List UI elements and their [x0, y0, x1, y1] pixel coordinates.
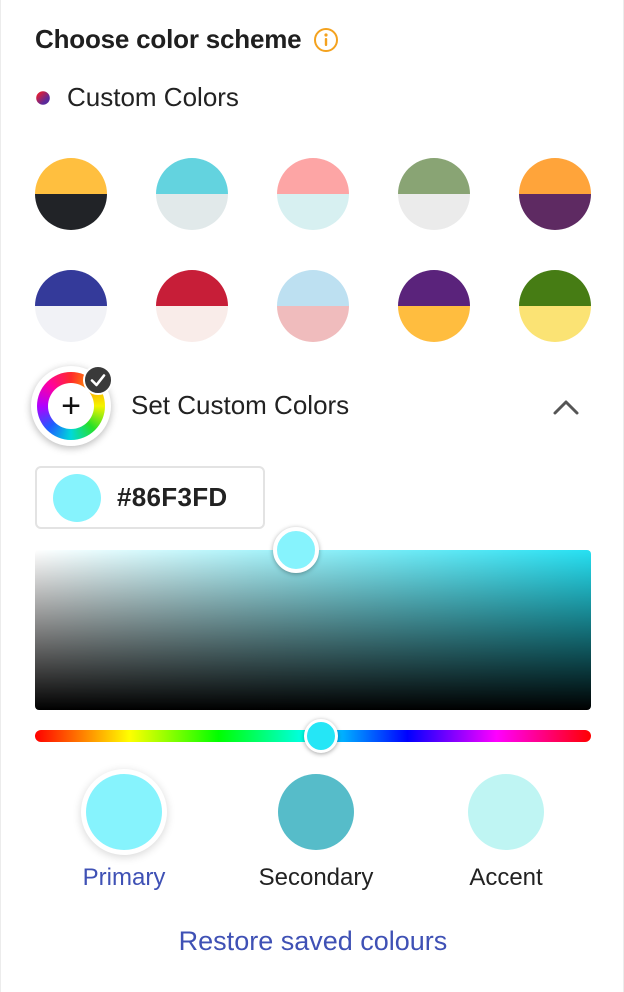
chevron-up-icon[interactable]	[551, 392, 581, 422]
color-role-label: Accent	[469, 864, 543, 891]
color-scheme-swatch[interactable]	[398, 270, 470, 342]
saturation-brightness-handle[interactable]	[273, 527, 320, 573]
set-custom-colors-row[interactable]: + Set Custom Colors	[31, 365, 591, 446]
plus-icon: +	[61, 387, 81, 425]
check-icon	[83, 365, 113, 395]
color-role-swatch[interactable]	[278, 774, 354, 850]
color-scheme-swatch[interactable]	[156, 158, 228, 230]
color-scheme-swatch[interactable]	[35, 270, 107, 342]
color-scheme-swatch[interactable]	[35, 158, 107, 230]
swatch-top-color	[35, 270, 107, 306]
hue-slider-handle[interactable]	[304, 719, 339, 753]
color-role-label: Secondary	[258, 864, 374, 891]
current-scheme-label: Custom Colors	[67, 82, 239, 112]
page-title: Choose color scheme	[35, 24, 302, 54]
color-role-primary[interactable]: Primary	[54, 774, 194, 892]
swatch-bottom-color	[156, 194, 228, 230]
swatch-top-color	[277, 270, 349, 306]
swatch-top-color	[398, 158, 470, 194]
color-role-secondary[interactable]: Secondary	[246, 774, 386, 892]
color-scheme-swatch[interactable]	[277, 270, 349, 342]
custom-color-wheel-button[interactable]: +	[31, 365, 113, 446]
color-role-accent[interactable]: Accent	[436, 774, 576, 892]
color-scheme-swatch[interactable]	[398, 158, 470, 230]
swatch-top-color	[519, 270, 591, 306]
color-scheme-panel: Choose color scheme Custom Colors + Set …	[0, 0, 624, 992]
swatch-top-color	[519, 158, 591, 194]
swatch-bottom-color	[398, 306, 470, 342]
hue-slider[interactable]	[35, 719, 591, 753]
swatch-top-color	[398, 270, 470, 306]
restore-saved-colours-link[interactable]: Restore saved colours	[1, 926, 624, 957]
swatch-bottom-color	[277, 194, 349, 230]
saturation-brightness-gradient[interactable]	[35, 550, 591, 710]
color-scheme-swatch[interactable]	[156, 270, 228, 342]
hex-input[interactable]: #86F3FD	[35, 466, 265, 529]
set-custom-colors-label: Set Custom Colors	[131, 390, 350, 420]
hex-color-preview	[53, 473, 101, 522]
saturation-brightness-picker[interactable]	[35, 527, 591, 710]
swatch-top-color	[156, 270, 228, 306]
color-scheme-swatch[interactable]	[519, 158, 591, 230]
swatch-bottom-color	[35, 194, 107, 230]
swatch-bottom-color	[398, 194, 470, 230]
swatch-bottom-color	[35, 306, 107, 342]
swatch-top-color	[156, 158, 228, 194]
info-icon[interactable]	[313, 27, 339, 53]
color-role-label: Primary	[82, 864, 166, 891]
color-role-swatch[interactable]	[86, 774, 162, 850]
swatch-top-color	[35, 158, 107, 194]
color-scheme-swatch[interactable]	[277, 158, 349, 230]
swatch-top-color	[277, 158, 349, 194]
color-dot-icon	[36, 90, 50, 105]
color-scheme-swatch[interactable]	[519, 270, 591, 342]
hex-value[interactable]: #86F3FD	[117, 482, 227, 513]
current-scheme: Custom Colors	[35, 82, 239, 113]
swatch-bottom-color	[156, 306, 228, 342]
swatch-bottom-color	[519, 194, 591, 230]
color-role-swatch[interactable]	[468, 774, 544, 850]
swatch-bottom-color	[519, 306, 591, 342]
swatch-bottom-color	[277, 306, 349, 342]
header: Choose color scheme	[35, 24, 339, 55]
